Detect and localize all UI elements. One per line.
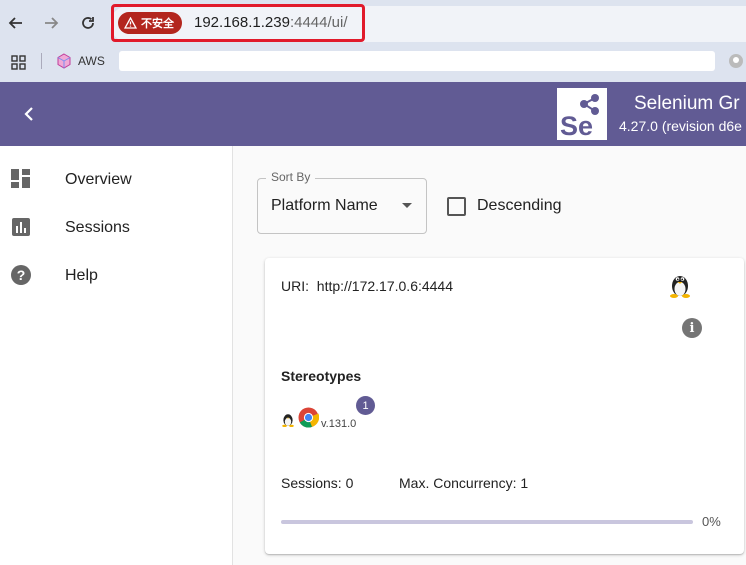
max-concurrency: Max. Concurrency: 1 — [399, 475, 529, 491]
bookmarks-separator — [41, 53, 42, 69]
sidebar-item-help[interactable]: ? Help — [0, 252, 232, 300]
selenium-logo: Se — [557, 88, 607, 141]
info-icon[interactable]: i — [682, 318, 702, 338]
sidebar-item-overview[interactable]: Overview — [0, 156, 232, 204]
sidebar-item-label: Sessions — [65, 219, 130, 236]
linux-tux-icon — [668, 272, 692, 303]
apps-grid-icon[interactable] — [11, 55, 26, 75]
sessions-count: Sessions: 0 — [281, 475, 354, 491]
bookmark-aws[interactable]: AWS — [56, 53, 105, 69]
collapse-drawer-chevron-icon[interactable] — [14, 97, 44, 131]
sort-by-label: Sort By — [266, 170, 316, 184]
dashboard-icon — [11, 169, 30, 188]
bookmark-aws-label: AWS — [78, 54, 105, 68]
sidebar-item-sessions[interactable]: Sessions — [0, 204, 232, 252]
stereotype-linux-tux-icon — [281, 412, 295, 432]
sort-by-value: Platform Name — [271, 197, 378, 214]
bar-chart-icon — [12, 218, 30, 236]
cube-icon — [57, 53, 71, 69]
stereotypes-heading: Stereotypes — [281, 368, 362, 384]
reload-icon[interactable] — [74, 9, 102, 37]
bookmark-blank-field — [119, 51, 715, 71]
annotation-highlight-box — [111, 4, 365, 42]
github-icon[interactable] — [728, 53, 744, 74]
stereotype-count-badge: 1 — [356, 396, 375, 415]
load-progress-bar — [281, 520, 693, 524]
stereotype-version: v.131.0 — [321, 418, 357, 430]
svg-text:?: ? — [17, 267, 26, 283]
node-uri: URI: http://172.17.0.6:4444 — [281, 278, 453, 294]
load-progress-label: 0% — [702, 514, 721, 529]
app-version: 4.27.0 (revision d6e — [619, 118, 742, 134]
chrome-icon — [298, 407, 320, 433]
logo-text: Se — [560, 111, 593, 140]
back-arrow-icon[interactable] — [2, 9, 30, 37]
forward-arrow-icon[interactable] — [37, 9, 65, 37]
sidebar-item-label: Help — [65, 267, 98, 284]
descending-label[interactable]: Descending — [477, 197, 562, 215]
uri-label: URI: — [281, 278, 309, 294]
dropdown-arrow-icon[interactable] — [402, 203, 412, 208]
uri-value: http://172.17.0.6:4444 — [316, 278, 454, 294]
sidebar-item-label: Overview — [65, 171, 132, 188]
descending-checkbox[interactable] — [447, 197, 466, 216]
help-icon: ? — [11, 265, 31, 285]
app-title: Selenium Gr — [634, 93, 740, 114]
